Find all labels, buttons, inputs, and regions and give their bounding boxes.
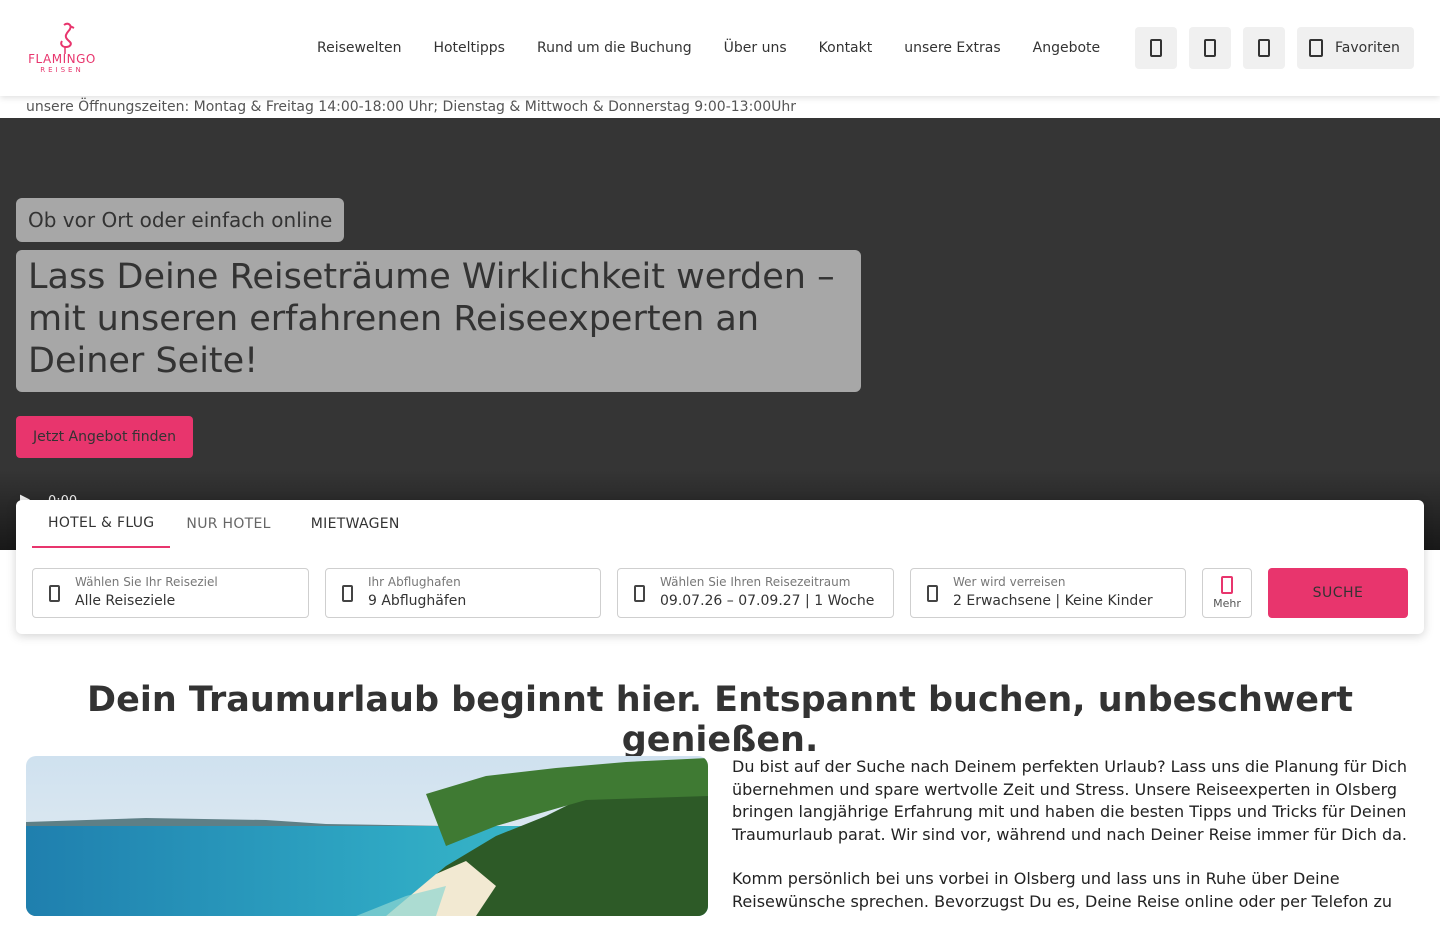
hero-video[interactable]: Ob vor Ort oder einfach online Lass Dein…: [0, 118, 1440, 550]
beach-photo: [26, 756, 708, 916]
hero-headline: Lass Deine Reiseträume Wirklichkeit werd…: [16, 250, 861, 392]
travel-period-field[interactable]: Wählen Sie Ihren Reisezeitraum 09.07.26 …: [617, 568, 894, 618]
phone-icon: [1150, 39, 1162, 57]
tab-hotel-flug[interactable]: HOTEL & FLUG: [32, 500, 171, 548]
more-label: Mehr: [1213, 597, 1241, 610]
travelers-field[interactable]: Wer wird verreisen 2 Erwachsene | Keine …: [910, 568, 1186, 618]
intro-paragraph: Komm persönlich bei uns vorbei in Olsber…: [732, 869, 1393, 911]
user-button[interactable]: [1243, 27, 1285, 69]
field-label: Wer wird verreisen: [953, 575, 1066, 589]
nav-item-reisewelten[interactable]: Reisewelten: [301, 40, 417, 56]
phone-button[interactable]: [1135, 27, 1177, 69]
field-label: Wählen Sie Ihr Reiseziel: [75, 575, 218, 589]
people-icon: [927, 585, 938, 602]
mail-icon: [1204, 39, 1216, 57]
field-value: Alle Reiseziele: [75, 593, 176, 609]
find-offer-button[interactable]: Jetzt Angebot finden: [16, 416, 193, 458]
tab-nur-hotel[interactable]: NUR HOTEL: [170, 500, 286, 548]
flamingo-bird-icon: [60, 22, 75, 54]
flamingo-logo[interactable]: FLAMINGO REISEN: [24, 22, 100, 74]
nav-item-extras[interactable]: unsere Extras: [888, 40, 1016, 56]
nav-item-kontakt[interactable]: Kontakt: [803, 40, 889, 56]
field-value: 2 Erwachsene | Keine Kinder: [953, 593, 1153, 609]
destination-field[interactable]: Wählen Sie Ihr Reiseziel Alle Reiseziele: [32, 568, 309, 618]
search-tabs: HOTEL & FLUG NUR HOTEL MIETWAGEN: [32, 500, 416, 548]
intro-text: Du bist auf der Suche nach Deinem perfek…: [732, 756, 1422, 935]
field-label: Wählen Sie Ihren Reisezeitraum: [660, 575, 851, 589]
logo-subtext: REISEN: [40, 66, 84, 74]
field-value: 09.07.26 – 07.09.27 | 1 Woche: [660, 593, 875, 609]
filter-icon: [1221, 576, 1233, 594]
favorites-label: Favoriten: [1335, 40, 1400, 56]
calendar-icon: [634, 585, 645, 602]
more-filters-button[interactable]: Mehr: [1202, 568, 1252, 618]
intro-paragraph: Du bist auf der Suche nach Deinem perfek…: [732, 757, 1408, 844]
field-label: Ihr Abflughafen: [368, 575, 461, 589]
mail-button[interactable]: [1189, 27, 1231, 69]
main-navigation: Reisewelten Hoteltipps Rund um die Buchu…: [301, 0, 1116, 96]
logo-wordmark: FLAMINGO: [28, 52, 96, 66]
nav-item-hoteltipps[interactable]: Hoteltipps: [417, 40, 521, 56]
user-icon: [1258, 39, 1270, 57]
beach-illustration: [26, 756, 708, 916]
nav-item-buchung[interactable]: Rund um die Buchung: [521, 40, 708, 56]
nav-item-angebote[interactable]: Angebote: [1017, 40, 1117, 56]
location-pin-icon: [49, 585, 60, 602]
nav-item-ueber-uns[interactable]: Über uns: [708, 40, 803, 56]
travel-search-panel: HOTEL & FLUG NUR HOTEL MIETWAGEN Wählen …: [16, 500, 1424, 634]
section-title: Dein Traumurlaub beginnt hier. Entspannt…: [87, 680, 1353, 760]
departure-airport-field[interactable]: Ihr Abflughafen 9 Abflughäfen: [325, 568, 601, 618]
field-value: 9 Abflughäfen: [368, 593, 467, 609]
site-header: FLAMINGO REISEN Reisewelten Hoteltipps R…: [0, 0, 1440, 96]
heart-icon: [1309, 39, 1323, 57]
search-submit-button[interactable]: SUCHE: [1268, 568, 1408, 618]
plane-icon: [342, 585, 353, 602]
opening-hours: unsere Öffnungszeiten: Montag & Freitag …: [26, 99, 796, 115]
favorites-button[interactable]: Favoriten: [1297, 27, 1414, 69]
tab-mietwagen[interactable]: MIETWAGEN: [287, 500, 416, 548]
hero-eyebrow: Ob vor Ort oder einfach online: [16, 198, 345, 242]
